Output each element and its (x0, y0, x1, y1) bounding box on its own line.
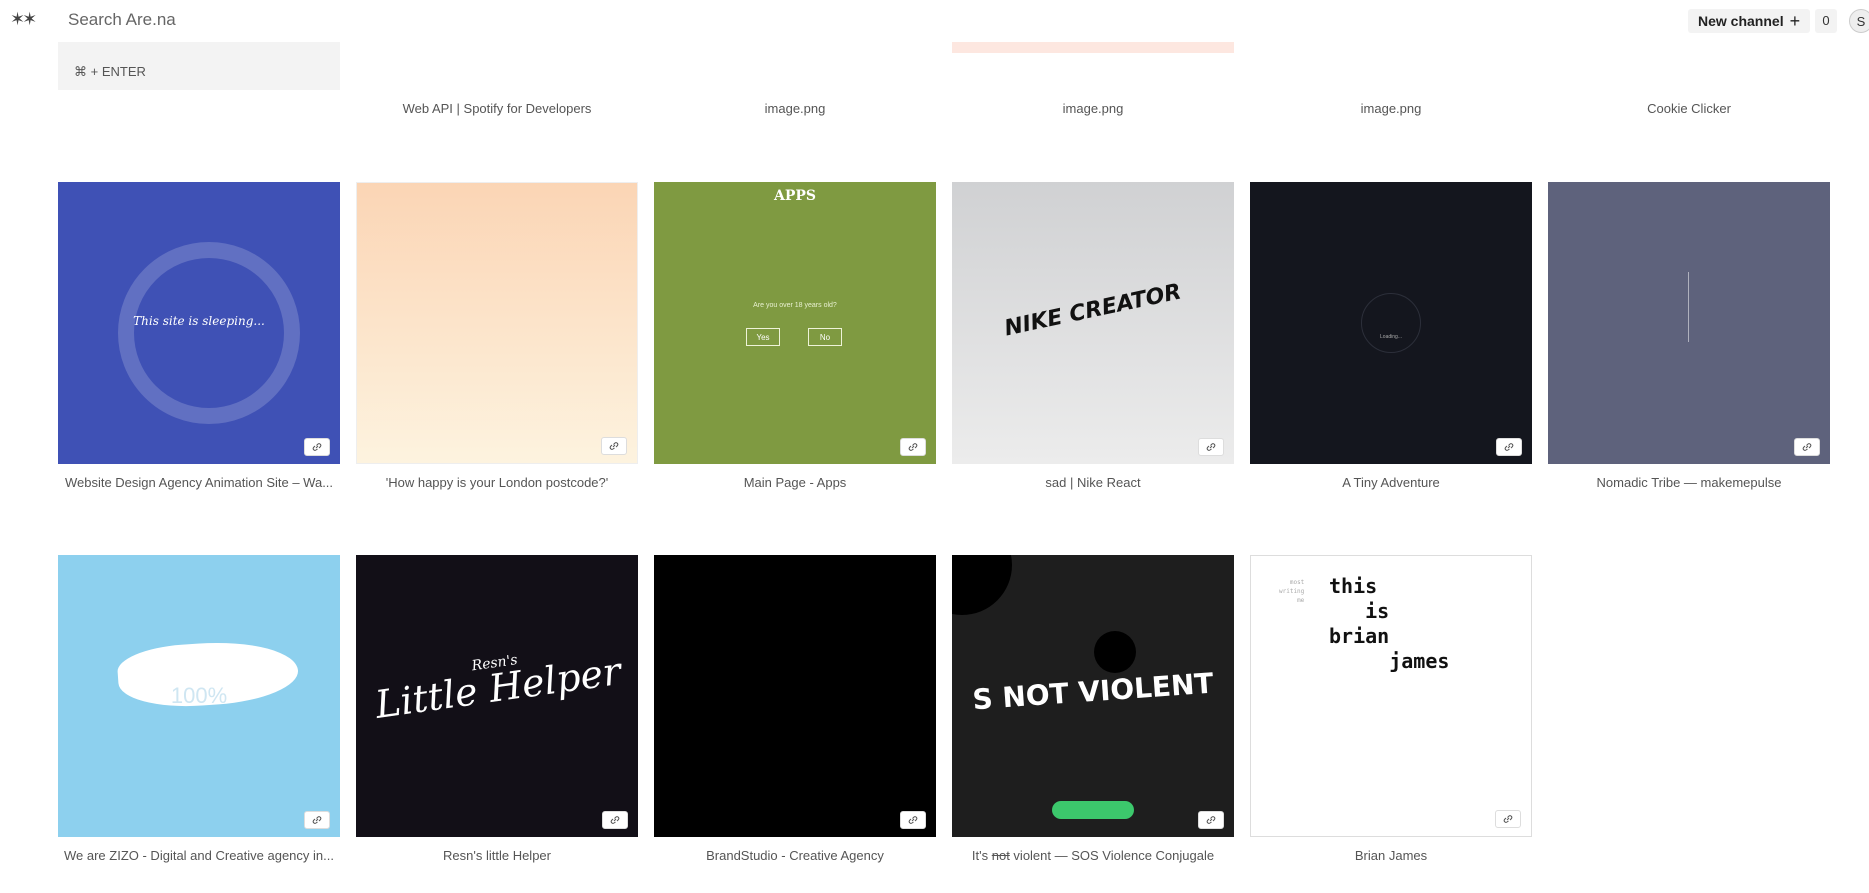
art-text: 100% (170, 683, 228, 708)
block-title[interactable]: 'How happy is your London postcode?' (356, 475, 638, 490)
link-icon[interactable] (1496, 438, 1522, 456)
new-channel-label: New channel (1698, 13, 1784, 29)
art-text: this is brian james (1329, 574, 1450, 673)
ring-decoration (118, 242, 300, 424)
block-title[interactable]: sad | Nike React (952, 475, 1234, 490)
art-side-text: most writing me (1279, 579, 1305, 604)
search-input[interactable] (68, 10, 668, 30)
block-thumbnail[interactable]: S NOT VIOLENT (952, 555, 1234, 837)
block-title[interactable]: BrandStudio - Creative Agency (654, 848, 936, 863)
title-suffix: violent — SOS Violence Conjugale (1009, 848, 1215, 863)
link-icon[interactable] (1794, 438, 1820, 456)
plus-icon: + (1789, 11, 1801, 31)
block-title[interactable]: We are ZIZO - Digital and Creative agenc… (58, 848, 340, 863)
art-text: NIKE CREATOR (1002, 279, 1184, 342)
block-title[interactable]: image.png (1250, 101, 1532, 116)
arena-logo-icon[interactable]: ✶✶ (10, 9, 37, 30)
block-thumbnail[interactable]: 100% (58, 555, 340, 837)
art-text: Resn's Little Helper (356, 636, 638, 727)
block-thumbnail[interactable]: Loading... (1250, 182, 1532, 464)
avatar[interactable]: S (1849, 9, 1869, 33)
link-icon[interactable] (304, 811, 330, 829)
block-thumbnail[interactable] (1548, 182, 1830, 464)
block-thumbnail[interactable]: This site is sleeping... (58, 182, 340, 464)
art-text: Loading... (1380, 334, 1402, 340)
block-title[interactable]: Nomadic Tribe — makemepulse (1548, 475, 1830, 490)
link-icon[interactable] (900, 811, 926, 829)
art-text: S NOT VIOLENT (971, 666, 1215, 717)
block-thumbnail[interactable]: NIKE CREATOR (952, 182, 1234, 464)
link-icon[interactable] (1198, 438, 1224, 456)
block-title[interactable]: image.png (654, 101, 936, 116)
link-icon[interactable] (900, 438, 926, 456)
block-title[interactable]: Web API | Spotify for Developers (356, 101, 638, 116)
block-title[interactable]: Cookie Clicker (1548, 101, 1830, 116)
block-title[interactable]: A Tiny Adventure (1250, 475, 1532, 490)
block-thumbnail[interactable] (356, 182, 638, 464)
add-block-shortcut: ⌘ + ENTER (74, 64, 146, 79)
link-icon[interactable] (601, 437, 627, 455)
link-icon[interactable] (602, 811, 628, 829)
title-strike: not (991, 848, 1010, 863)
speech-bubble (1094, 631, 1136, 673)
art-question: Are you over 18 years old? (753, 302, 837, 309)
notification-count-badge[interactable]: 0 (1815, 9, 1837, 33)
link-icon[interactable] (1198, 811, 1224, 829)
top-bar: ✶✶ New channel + 0 S (0, 0, 1869, 42)
link-icon[interactable] (304, 438, 330, 456)
block-title[interactable]: It's not violent — SOS Violence Conjugal… (952, 848, 1234, 863)
decorative-blob (952, 555, 1012, 615)
block-title[interactable]: Main Page - Apps (654, 475, 936, 490)
block-title[interactable]: Brian James (1250, 848, 1532, 863)
block-thumbnail[interactable]: most writing me this is brian james (1250, 555, 1532, 837)
decorative-line (1688, 272, 1689, 342)
block-title[interactable]: Resn's little Helper (356, 848, 638, 863)
art-title: APPS (773, 188, 817, 204)
block-thumbnail[interactable]: APPS Are you over 18 years old? Yes No (654, 182, 936, 464)
block-title[interactable]: image.png (952, 101, 1234, 116)
link-icon[interactable] (1495, 810, 1521, 828)
block-title[interactable]: Website Design Agency Animation Site – W… (58, 475, 340, 490)
art-text: This site is sleeping... (133, 314, 265, 328)
block-thumbnail[interactable] (654, 555, 936, 837)
block-thumbnail[interactable]: Resn's Little Helper (356, 555, 638, 837)
art-yes: Yes (746, 328, 780, 346)
art-no: No (808, 328, 842, 346)
new-channel-button[interactable]: New channel + (1688, 9, 1811, 33)
title-prefix: It's (971, 848, 992, 863)
decorative-button (1052, 801, 1134, 819)
loader-icon (1361, 293, 1421, 353)
